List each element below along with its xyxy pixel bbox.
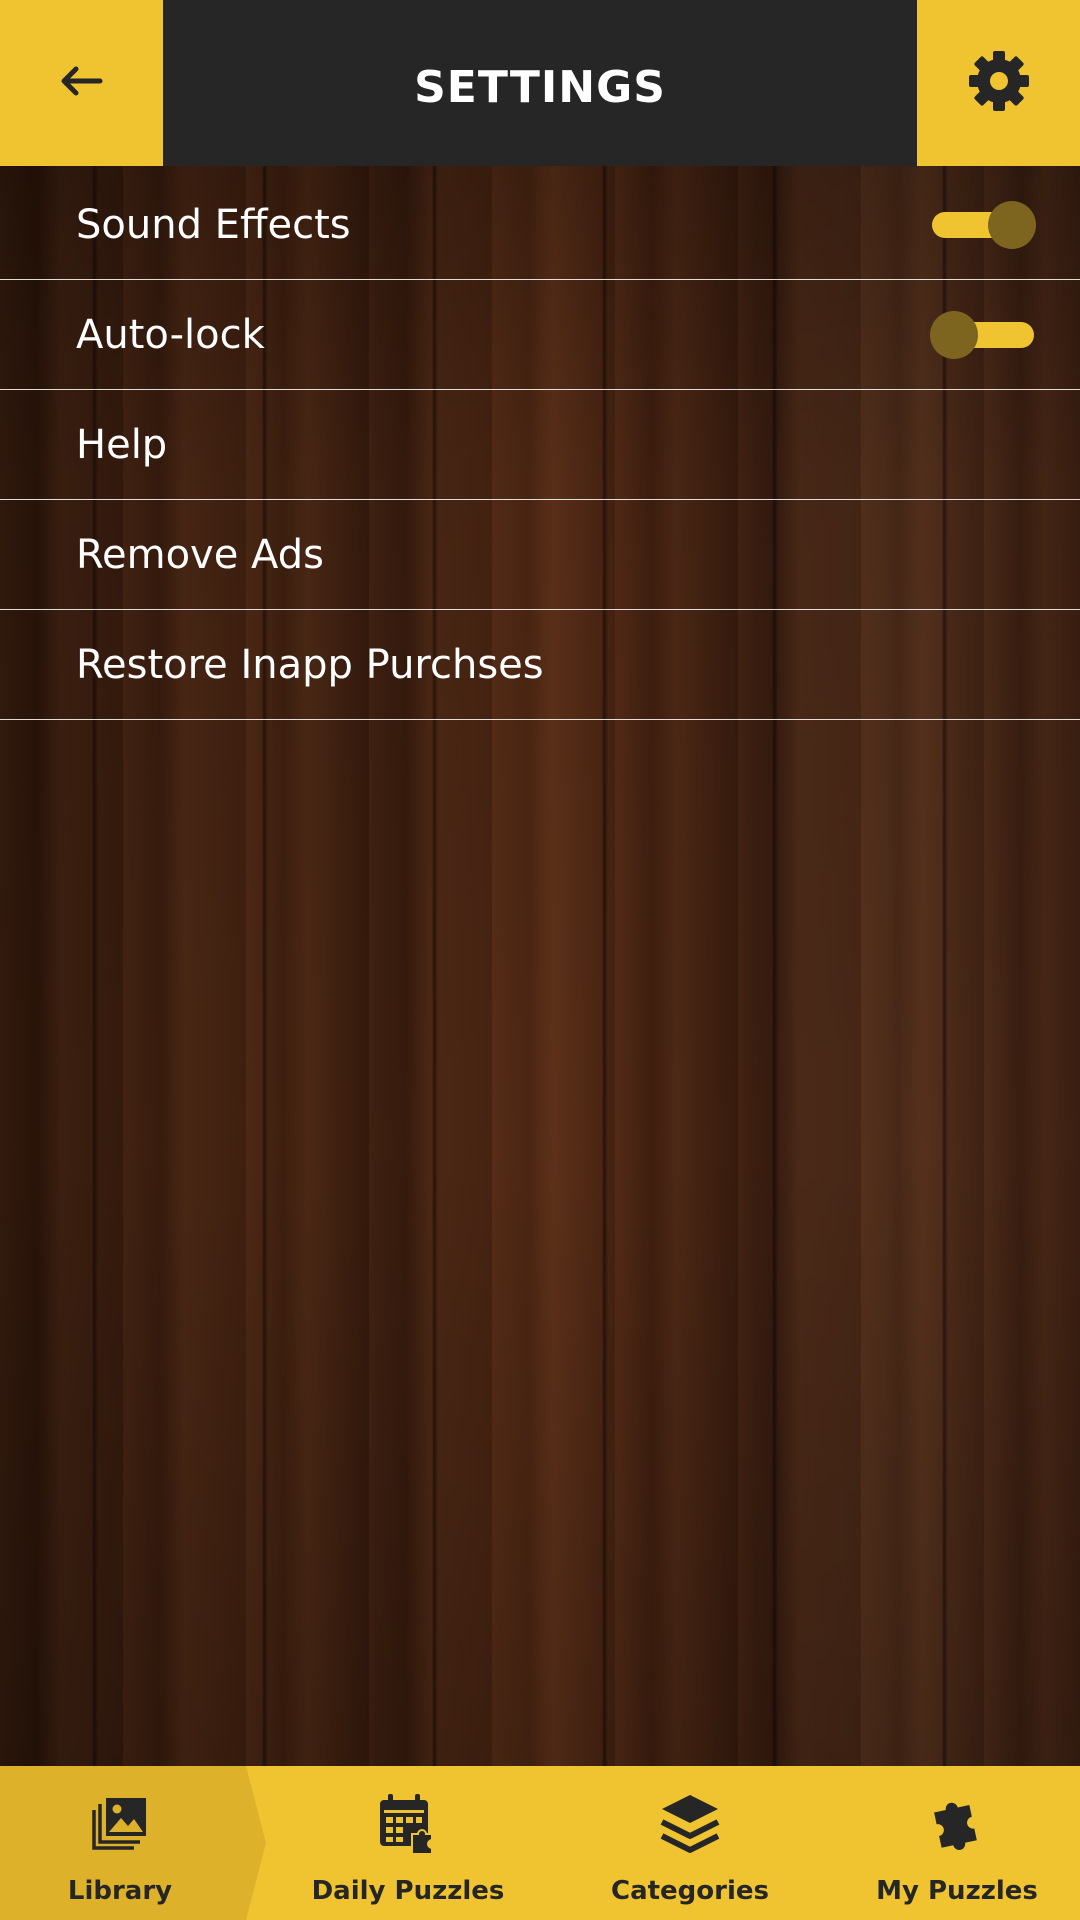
auto-lock-toggle[interactable] bbox=[930, 310, 1034, 359]
bottom-nav: Library Daily Puzzles Categories My Puzz… bbox=[0, 1766, 1080, 1920]
settings-item-label: Remove Ads bbox=[76, 531, 324, 578]
settings-item-restore-purchases[interactable]: Restore Inapp Purchses bbox=[0, 610, 1080, 720]
sound-effects-toggle[interactable] bbox=[932, 200, 1036, 249]
layers-icon bbox=[658, 1792, 722, 1856]
tab-daily-puzzles[interactable]: Daily Puzzles bbox=[308, 1766, 508, 1920]
settings-item-label: Auto-lock bbox=[76, 311, 265, 358]
settings-item-sound-effects[interactable]: Sound Effects bbox=[0, 170, 1080, 280]
tab-label: Library bbox=[67, 1876, 173, 1906]
toggle-knob bbox=[930, 310, 978, 359]
tab-label: My Puzzles bbox=[876, 1876, 1038, 1906]
tab-label: Categories bbox=[610, 1876, 769, 1906]
toggle-knob bbox=[988, 200, 1036, 249]
settings-item-help[interactable]: Help bbox=[0, 390, 1080, 500]
gear-icon bbox=[965, 47, 1033, 119]
calendar-puzzle-icon bbox=[376, 1792, 440, 1856]
settings-item-auto-lock[interactable]: Auto-lock bbox=[0, 280, 1080, 390]
settings-button[interactable] bbox=[917, 0, 1080, 166]
tab-categories[interactable]: Categories bbox=[590, 1766, 790, 1920]
settings-item-label: Help bbox=[76, 421, 168, 468]
settings-item-remove-ads[interactable]: Remove Ads bbox=[0, 500, 1080, 610]
arrow-left-icon bbox=[60, 66, 104, 100]
settings-list: Sound Effects Auto-lock Help Remove Ads … bbox=[0, 170, 1080, 720]
settings-item-label: Sound Effects bbox=[76, 201, 351, 248]
images-icon bbox=[88, 1792, 152, 1856]
puzzle-piece-icon bbox=[925, 1792, 989, 1856]
back-button[interactable] bbox=[0, 0, 163, 166]
tab-library[interactable]: Library bbox=[40, 1766, 200, 1920]
tab-label: Daily Puzzles bbox=[311, 1876, 505, 1906]
app-header: SETTINGS bbox=[0, 0, 1080, 166]
tab-my-puzzles[interactable]: My Puzzles bbox=[862, 1766, 1052, 1920]
title-bar: SETTINGS bbox=[163, 0, 917, 166]
settings-item-label: Restore Inapp Purchses bbox=[76, 641, 544, 688]
page-title: SETTINGS bbox=[414, 61, 666, 113]
